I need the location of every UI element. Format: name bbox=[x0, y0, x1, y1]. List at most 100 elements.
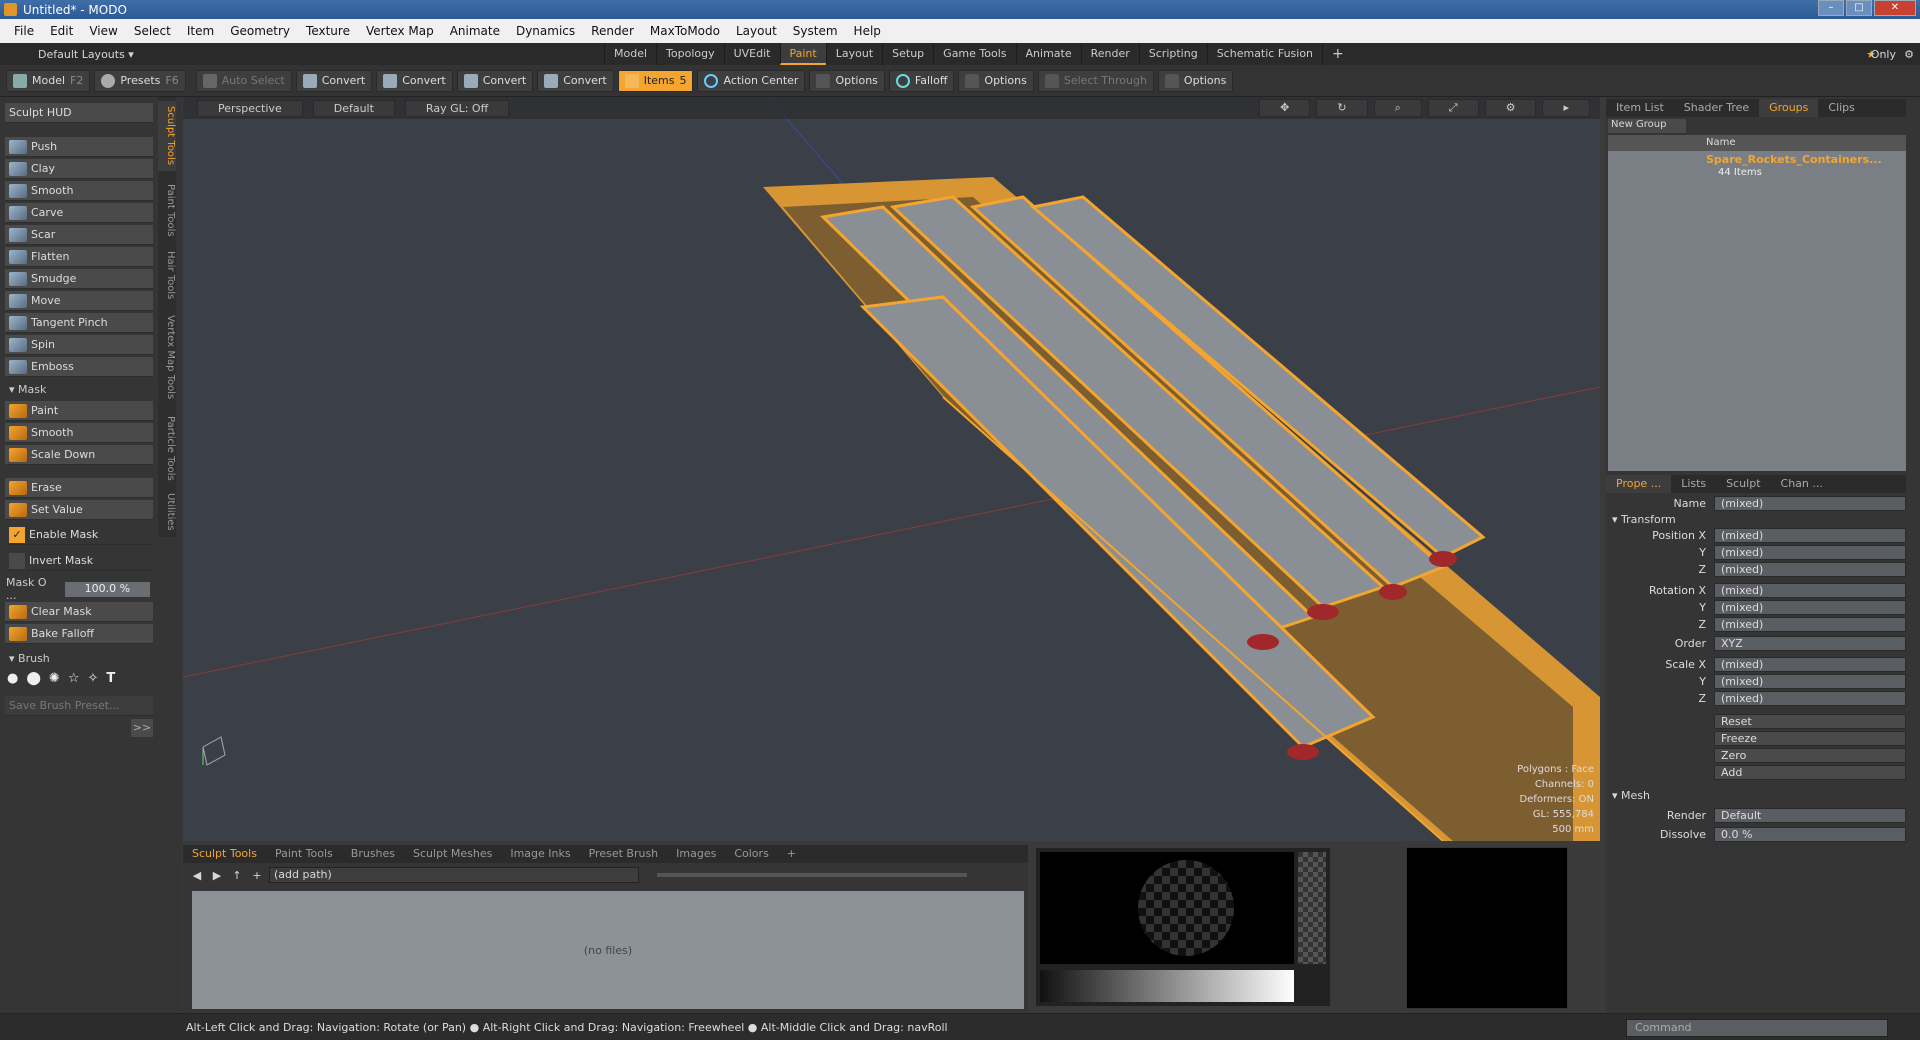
reset-dropdown[interactable]: Reset bbox=[1714, 714, 1906, 729]
view-style-dropdown[interactable]: Default bbox=[312, 99, 395, 117]
brush-text-icon[interactable]: T bbox=[106, 671, 115, 686]
falloff-options-button[interactable]: Options bbox=[958, 69, 1034, 92]
freeze-dropdown[interactable]: Freeze bbox=[1714, 731, 1906, 746]
minimize-button[interactable]: – bbox=[1818, 0, 1844, 16]
menu-system[interactable]: System bbox=[785, 24, 846, 38]
menu-edit[interactable]: Edit bbox=[42, 24, 81, 38]
order-dropdown[interactable]: XYZ bbox=[1714, 636, 1906, 651]
more-button[interactable]: >> bbox=[131, 719, 153, 737]
only-toggle[interactable]: Only bbox=[1871, 48, 1896, 61]
tool-smudge[interactable]: Smudge bbox=[5, 269, 153, 289]
menu-vertex-map[interactable]: Vertex Map bbox=[358, 24, 442, 38]
tool-tangent-pinch[interactable]: Tangent Pinch bbox=[5, 313, 153, 333]
group-name[interactable]: Spare_Rockets_Containers... bbox=[1706, 153, 1882, 166]
model-button[interactable]: Model F2 bbox=[6, 69, 91, 92]
tool-clay[interactable]: Clay bbox=[5, 159, 153, 179]
tab-scripting[interactable]: Scripting bbox=[1138, 43, 1207, 65]
tool-move[interactable]: Move bbox=[5, 291, 153, 311]
tab-item-list[interactable]: Item List bbox=[1606, 99, 1674, 117]
menu-texture[interactable]: Texture bbox=[298, 24, 358, 38]
tab-model[interactable]: Model bbox=[604, 43, 656, 65]
menu-file[interactable]: File bbox=[6, 24, 42, 38]
add-path-icon[interactable]: + bbox=[249, 869, 265, 882]
menu-layout[interactable]: Layout bbox=[728, 24, 785, 38]
btab-images[interactable]: Images bbox=[667, 845, 725, 863]
select-through-button[interactable]: Select Through bbox=[1037, 69, 1154, 92]
vtab-particle-tools[interactable]: Particle Tools bbox=[158, 411, 176, 485]
command-input[interactable]: Command bbox=[1626, 1019, 1888, 1037]
tool-scar[interactable]: Scar bbox=[5, 225, 153, 245]
transform-section[interactable]: ▾ Transform bbox=[1612, 513, 1676, 526]
btab-paint-tools[interactable]: Paint Tools bbox=[266, 845, 342, 863]
view-perspective-dropdown[interactable]: Perspective bbox=[197, 99, 303, 117]
tool-emboss[interactable]: Emboss bbox=[5, 357, 153, 377]
zoom-icon[interactable]: ⌕ bbox=[1373, 99, 1422, 117]
zero-dropdown[interactable]: Zero bbox=[1714, 748, 1906, 763]
menu-maxtomodo[interactable]: MaxToModo bbox=[642, 24, 728, 38]
add-dropdown[interactable]: Add bbox=[1714, 765, 1906, 780]
dissolve-field[interactable]: 0.0 % bbox=[1714, 827, 1906, 842]
action-center-button[interactable]: Action Center bbox=[697, 69, 806, 92]
fit-icon[interactable]: ⤢ bbox=[1427, 99, 1479, 117]
menu-help[interactable]: Help bbox=[846, 24, 889, 38]
menu-view[interactable]: View bbox=[81, 24, 125, 38]
menu-animate[interactable]: Animate bbox=[442, 24, 508, 38]
viewport-menu-icon[interactable]: ▸ bbox=[1542, 99, 1590, 117]
name-field[interactable]: (mixed) bbox=[1714, 496, 1906, 511]
file-browser-area[interactable]: (no files) bbox=[192, 891, 1024, 1009]
mask-set-value-button[interactable]: Set Value bbox=[5, 500, 153, 520]
viewport-settings-icon[interactable]: ⚙ bbox=[1484, 99, 1537, 117]
tool-spin[interactable]: Spin bbox=[5, 335, 153, 355]
mask-opacity-field[interactable]: 100.0 % bbox=[64, 581, 150, 597]
convert-polygons-button[interactable]: Convert bbox=[456, 69, 534, 92]
tab-uvedit[interactable]: UVEdit bbox=[723, 43, 780, 65]
clear-mask-button[interactable]: Clear Mask bbox=[5, 602, 153, 622]
brush-soft-icon[interactable]: ● bbox=[7, 671, 18, 686]
tab-groups[interactable]: Groups bbox=[1759, 99, 1819, 117]
back-icon[interactable]: ◀ bbox=[189, 869, 205, 882]
groups-list[interactable]: Name Spare_Rockets_Containers... 44 Item… bbox=[1608, 135, 1906, 471]
brush-hard-icon[interactable]: ⬤ bbox=[26, 671, 41, 686]
ray-gl-toggle[interactable]: Ray GL: Off bbox=[404, 99, 510, 117]
menu-item[interactable]: Item bbox=[179, 24, 222, 38]
items-mode-button[interactable]: Items 5 bbox=[617, 69, 694, 92]
action-center-options-button[interactable]: Options bbox=[809, 69, 885, 92]
vtab-sculpt-tools[interactable]: Sculpt Tools bbox=[158, 101, 176, 171]
mask-section-header[interactable]: ▾ Mask bbox=[5, 383, 153, 399]
mask-scale-down-button[interactable]: Scale Down bbox=[5, 445, 153, 465]
convert-edges-button[interactable]: Convert bbox=[376, 69, 453, 92]
tab-sculpt[interactable]: Sculpt bbox=[1716, 475, 1770, 493]
path-dropdown[interactable]: (add path) bbox=[269, 867, 639, 883]
add-tab-button[interactable]: + bbox=[1322, 43, 1353, 65]
btab-brushes[interactable]: Brushes bbox=[342, 845, 404, 863]
btab-colors[interactable]: Colors bbox=[725, 845, 777, 863]
thumbnail-size-slider[interactable] bbox=[657, 873, 967, 877]
default-layouts-dropdown[interactable]: Default Layouts ▾ bbox=[38, 48, 134, 61]
vtab-utilities[interactable]: Utilities bbox=[158, 489, 176, 535]
enable-mask-checkbox[interactable]: ✓ Enable Mask bbox=[5, 525, 153, 545]
convert-materials-button[interactable]: Convert bbox=[537, 69, 614, 92]
select-options-button[interactable]: Options bbox=[1157, 69, 1234, 92]
presets-button[interactable]: Presets F6 bbox=[94, 69, 186, 92]
forward-icon[interactable]: ▶ bbox=[209, 869, 225, 882]
pan-icon[interactable]: ✥ bbox=[1259, 99, 1311, 117]
auto-select-button[interactable]: Auto Select bbox=[195, 69, 292, 92]
btab-sculpt-tools[interactable]: Sculpt Tools bbox=[183, 845, 266, 863]
vtab-vertex-map-tools[interactable]: Vertex Map Tools bbox=[158, 307, 176, 407]
falloff-button[interactable]: Falloff bbox=[888, 69, 955, 92]
btab-preset-brush[interactable]: Preset Brush bbox=[580, 845, 668, 863]
btab-image-inks[interactable]: Image Inks bbox=[501, 845, 579, 863]
brush-star-icon[interactable]: ☆ bbox=[68, 671, 80, 686]
close-button[interactable]: ✕ bbox=[1874, 0, 1916, 16]
mask-erase-button[interactable]: Erase bbox=[5, 478, 153, 498]
render-dropdown[interactable]: Default bbox=[1714, 808, 1906, 823]
convert-vertices-button[interactable]: Convert bbox=[295, 69, 373, 92]
up-icon[interactable]: ↑ bbox=[229, 869, 245, 882]
new-group-button[interactable]: New Group bbox=[1608, 119, 1686, 133]
mesh-section[interactable]: ▾ Mesh bbox=[1612, 789, 1650, 802]
tool-push[interactable]: Push bbox=[5, 137, 153, 157]
brush-splat-icon[interactable]: ✺ bbox=[49, 671, 60, 686]
tool-flatten[interactable]: Flatten bbox=[5, 247, 153, 267]
btab-sculpt-meshes[interactable]: Sculpt Meshes bbox=[404, 845, 501, 863]
tab-render[interactable]: Render bbox=[1080, 43, 1139, 65]
